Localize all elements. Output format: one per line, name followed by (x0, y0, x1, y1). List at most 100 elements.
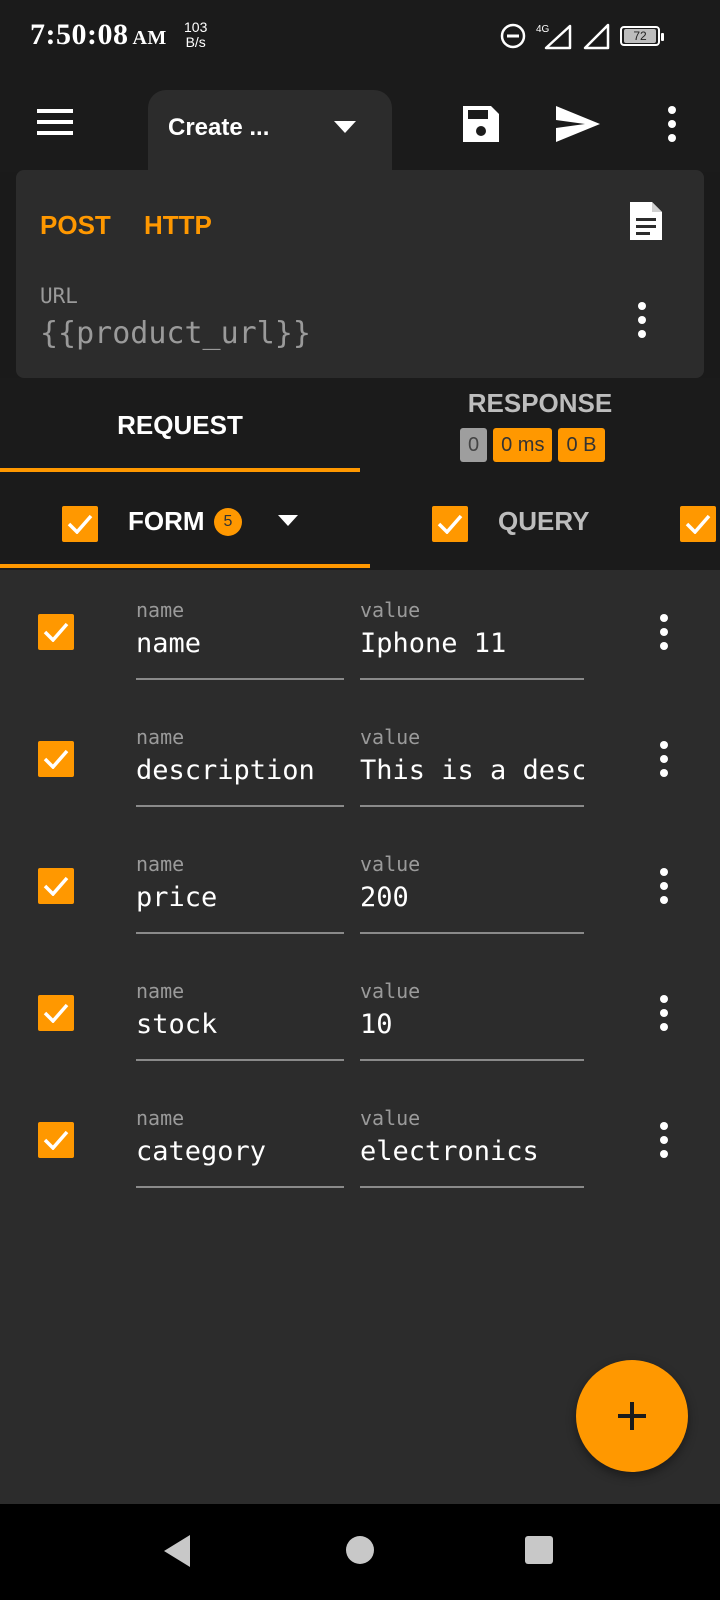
request-response-tabs: REQUEST RESPONSE 0 0 ms 0 B (0, 378, 720, 476)
url-more-button[interactable] (628, 298, 656, 342)
more-vert-icon (660, 868, 668, 904)
field-value-input[interactable]: value electronics (360, 1096, 584, 1188)
field-value-input[interactable]: value 200 (360, 842, 584, 934)
check-icon (43, 622, 69, 642)
menu-button[interactable] (30, 100, 82, 144)
tab-response[interactable]: RESPONSE 0 0 ms 0 B (360, 378, 720, 476)
tab-query[interactable]: QUERY (370, 476, 670, 570)
form-enabled-checkbox[interactable] (62, 506, 98, 542)
field-name-label: name (136, 979, 185, 1003)
tab-form[interactable]: FORM 5 (0, 476, 370, 570)
field-enabled-checkbox[interactable] (38, 614, 74, 650)
home-icon[interactable] (346, 1536, 374, 1564)
field-name-label: name (136, 725, 185, 749)
field-value-input[interactable]: value Iphone 11 (360, 588, 584, 680)
more-vert-icon (660, 1122, 668, 1158)
field-value-label: value (360, 979, 421, 1003)
more-vert-icon (638, 302, 646, 338)
save-button[interactable] (455, 98, 507, 150)
tab-query-label: QUERY (498, 506, 590, 536)
battery-icon: 72 (620, 26, 664, 46)
field-name-input[interactable]: name description (136, 715, 344, 807)
field-more-button[interactable] (650, 737, 678, 781)
request-section-tabs: FORM 5 QUERY (0, 476, 720, 570)
field-value-label: value (360, 1106, 421, 1130)
field-name-value: name (136, 628, 202, 659)
app-bar: Create ... (0, 72, 720, 180)
menu-icon (37, 109, 73, 135)
tab-indicator (0, 564, 370, 568)
status-time: 7:50:08 AM (30, 18, 167, 51)
field-value-value: 200 (360, 882, 409, 913)
field-name-input[interactable]: name name (136, 588, 344, 680)
back-icon[interactable] (162, 1534, 192, 1568)
field-value-value: This is a desc (360, 755, 584, 786)
response-time-badge: 0 ms (493, 428, 553, 462)
field-enabled-checkbox[interactable] (38, 1122, 74, 1158)
field-more-button[interactable] (650, 610, 678, 654)
field-name-value: category (136, 1136, 267, 1167)
form-field-row: name price value 200 (0, 824, 720, 951)
field-value-label: value (360, 598, 421, 622)
method-selector[interactable]: POST (40, 210, 111, 241)
status-bar: 7:50:08 AM 103 B/s 4G 72 (0, 0, 720, 72)
form-field-row: name name value Iphone 11 (0, 570, 720, 697)
field-value-value: 10 (360, 1009, 393, 1040)
form-field-row: name category value electronics (0, 1078, 720, 1205)
add-field-button[interactable] (576, 1360, 688, 1472)
field-name-value: price (136, 882, 218, 913)
chevron-down-icon (334, 121, 356, 133)
check-icon (43, 1003, 69, 1023)
tab-request-label: REQUEST (117, 410, 243, 440)
tab-request[interactable]: REQUEST (0, 378, 360, 476)
check-icon (43, 749, 69, 769)
check-icon (437, 514, 463, 534)
url-input[interactable]: {{product_url}} (40, 316, 311, 351)
field-value-input[interactable]: value This is a desc (360, 715, 584, 807)
field-name-label: name (136, 1106, 185, 1130)
check-icon (43, 876, 69, 896)
field-value-input[interactable]: value 10 (360, 969, 584, 1061)
response-size-badge: 0 B (558, 428, 605, 462)
field-name-input[interactable]: name stock (136, 969, 344, 1061)
signal-4g-icon: 4G (536, 24, 572, 50)
field-more-button[interactable] (650, 1118, 678, 1162)
field-name-value: description (136, 755, 315, 786)
svg-text:4G: 4G (536, 24, 550, 35)
request-url-card: POST HTTP URL {{product_url}} (16, 170, 704, 378)
recents-icon[interactable] (525, 1536, 553, 1564)
dnd-icon (500, 23, 526, 49)
field-name-input[interactable]: name category (136, 1096, 344, 1188)
field-value-value: electronics (360, 1136, 539, 1167)
field-name-input[interactable]: name price (136, 842, 344, 934)
more-vert-icon (660, 995, 668, 1031)
field-more-button[interactable] (650, 864, 678, 908)
url-label: URL (40, 284, 78, 308)
send-button[interactable] (551, 98, 607, 150)
query-enabled-checkbox[interactable] (432, 506, 468, 542)
field-enabled-checkbox[interactable] (38, 741, 74, 777)
signal-icon (583, 23, 610, 50)
tab-indicator (0, 468, 360, 472)
field-more-button[interactable] (650, 991, 678, 1035)
tab-response-label: RESPONSE (467, 388, 613, 418)
check-icon (685, 514, 711, 534)
more-vert-icon (668, 106, 676, 142)
protocol-selector[interactable]: HTTP (144, 210, 212, 241)
field-enabled-checkbox[interactable] (38, 868, 74, 904)
chevron-down-icon[interactable] (278, 514, 298, 526)
field-value-label: value (360, 852, 421, 876)
request-tab-selector[interactable]: Create ... (148, 90, 392, 180)
next-tab-checkbox[interactable] (680, 506, 716, 542)
network-speed: 103 B/s (184, 19, 208, 50)
more-options-button[interactable] (654, 98, 690, 150)
status-icons: 4G 72 (500, 20, 664, 52)
document-button[interactable] (628, 200, 670, 248)
form-field-row: name description value This is a desc (0, 697, 720, 824)
field-name-label: name (136, 598, 185, 622)
response-badges: 0 0 ms 0 B (460, 428, 605, 462)
request-tab-label: Create ... (168, 114, 270, 141)
field-value-label: value (360, 725, 421, 749)
field-enabled-checkbox[interactable] (38, 995, 74, 1031)
field-value-value: Iphone 11 (360, 628, 507, 659)
